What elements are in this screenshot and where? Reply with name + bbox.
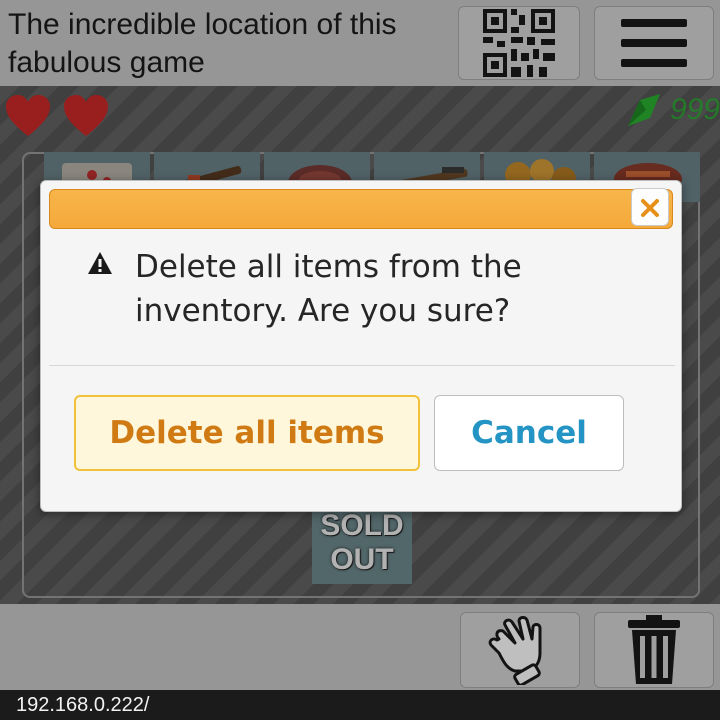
dialog-message: Delete all items from the inventory. Are… [87, 245, 647, 333]
dialog-message-text: Delete all items from the inventory. Are… [135, 249, 522, 329]
close-button[interactable] [631, 188, 669, 226]
dialog-titlebar [49, 189, 673, 229]
cancel-button[interactable]: Cancel [434, 395, 624, 471]
dialog-divider [49, 365, 675, 366]
url-status-bar: 192.168.0.222/ [0, 690, 720, 720]
delete-all-items-button[interactable]: Delete all items [74, 395, 420, 471]
close-x-icon [641, 199, 659, 217]
confirm-dialog: Delete all items from the inventory. Are… [40, 180, 682, 512]
warning-triangle-icon [88, 252, 112, 274]
